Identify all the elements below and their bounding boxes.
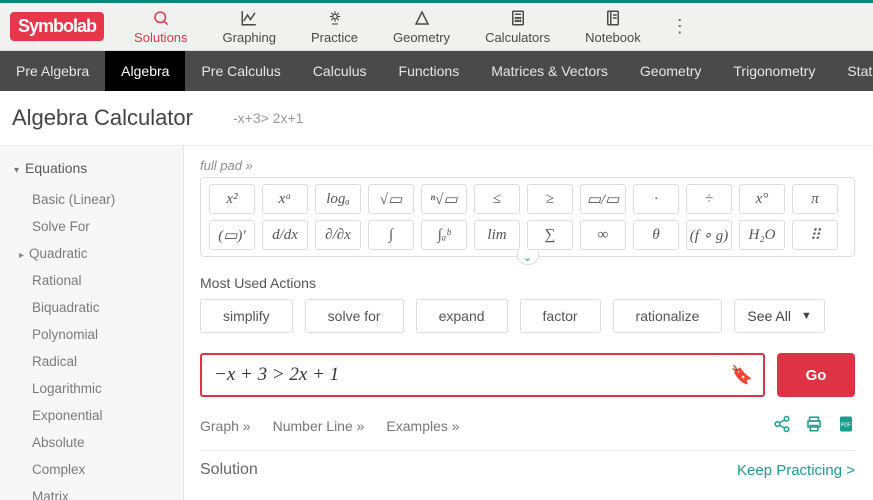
sidebar-item-matrix[interactable]: Matrix [32,483,183,500]
input-row: −x + 3 > 2x + 1 🔖 Go [200,353,855,397]
key[interactable]: (f ∘ g) [686,220,732,250]
key[interactable]: ∫ₐᵇ [421,220,467,250]
subject-geometry[interactable]: Geometry [624,51,717,91]
sidebar-item-solve-for[interactable]: Solve For [32,213,183,240]
key[interactable]: ▭/▭ [580,184,626,214]
subject-calculus[interactable]: Calculus [297,51,383,91]
solution-heading: Solution [200,461,258,479]
sidebar-item-logarithmic[interactable]: Logarithmic [32,375,183,402]
content-area: full pad » x²xᵃlogₐ√▭ⁿ√▭≤≥▭/▭·÷x°π (▭)′d… [184,146,873,500]
sidebar-item-complex[interactable]: Complex [32,456,183,483]
topnav-practice[interactable]: Practice [311,9,358,45]
sidebar-item-quadratic[interactable]: Quadratic [32,240,183,267]
sidebar-item-radical[interactable]: Radical [32,348,183,375]
subject-algebra[interactable]: Algebra [105,51,185,91]
most-used-actions: Most Used Actions simplify solve for expan… [200,275,855,333]
sidebar-item-absolute[interactable]: Absolute [32,429,183,456]
logo[interactable]: Symbolab [10,12,104,41]
view-links: Graph » Number Line » Examples » PDF [200,415,855,436]
subject-bar: Pre AlgebraAlgebraPre CalculusCalculusFu… [0,51,873,91]
key[interactable]: √▭ [368,184,414,214]
mua-title: Most Used Actions [200,275,855,291]
page-title: Algebra Calculator [12,105,193,131]
sidebar-item-polynomial[interactable]: Polynomial [32,321,183,348]
key[interactable]: H₂O [739,220,785,250]
go-button[interactable]: Go [777,353,855,397]
key[interactable]: ∞ [580,220,626,250]
subject-trigonometry[interactable]: Trigonometry [717,51,831,91]
numberline-link[interactable]: Number Line » [273,418,365,434]
top-bar: Symbolab Solutions Graphing Practice Geomet… [0,0,873,51]
key[interactable]: ∫ [368,220,414,250]
keypad-expand-icon[interactable]: ⌄ [517,251,539,265]
key[interactable]: θ [633,220,679,250]
sidebar-item-rational[interactable]: Rational [32,267,183,294]
key[interactable]: xᵃ [262,184,308,214]
sidebar: Equations Basic (Linear)Solve ForQuadrat… [0,146,184,500]
key[interactable]: d/dx [262,220,308,250]
topnav-solutions[interactable]: Solutions [134,9,187,45]
title-expression: -x+3> 2x+1 [233,110,303,126]
topnav-graphing[interactable]: Graphing [223,9,276,45]
key[interactable]: π [792,184,838,214]
print-icon[interactable] [805,415,823,436]
sidebar-item-basic-linear-[interactable]: Basic (Linear) [32,186,183,213]
examples-link[interactable]: Examples » [386,418,459,434]
keep-practicing-link[interactable]: Keep Practicing > [737,462,855,479]
subject-pre-algebra[interactable]: Pre Algebra [0,51,105,91]
subject-pre-calculus[interactable]: Pre Calculus [185,51,296,91]
more-menu-icon[interactable]: ⋮ [671,16,689,37]
key[interactable]: lim [474,220,520,250]
action-solve-for[interactable]: solve for [305,299,404,333]
solution-row: Solution Keep Practicing > [200,450,855,479]
key[interactable]: x° [739,184,785,214]
title-bar: Algebra Calculator -x+3> 2x+1 [0,91,873,146]
key[interactable]: x² [209,184,255,214]
sidebar-item-biquadratic[interactable]: Biquadratic [32,294,183,321]
see-all-button[interactable]: See All▼ [734,299,824,333]
topnav-notebook[interactable]: Notebook [585,9,641,45]
action-rationalize[interactable]: rationalize [613,299,723,333]
key[interactable]: (▭)′ [209,220,255,250]
topnav-calculators[interactable]: Calculators [485,9,550,45]
key[interactable]: ⠿ [792,220,838,250]
subject-matrices-&-vectors[interactable]: Matrices & Vectors [475,51,624,91]
key[interactable]: ≥ [527,184,573,214]
key[interactable]: logₐ [315,184,361,214]
key[interactable]: ≤ [474,184,520,214]
bookmark-icon[interactable]: 🔖 [731,365,753,386]
key[interactable]: ⁿ√▭ [421,184,467,214]
key[interactable]: ∂/∂x [315,220,361,250]
pdf-icon[interactable]: PDF [837,415,855,436]
action-factor[interactable]: factor [520,299,601,333]
graph-link[interactable]: Graph » [200,418,251,434]
key[interactable]: ∑ [527,220,573,250]
key[interactable]: ÷ [686,184,732,214]
action-simplify[interactable]: simplify [200,299,293,333]
expression-input[interactable]: −x + 3 > 2x + 1 🔖 [200,353,765,397]
topnav-geometry[interactable]: Geometry [393,9,450,45]
share-icon[interactable] [773,415,791,436]
sidebar-group-equations[interactable]: Equations [14,160,183,176]
expression-text: −x + 3 > 2x + 1 [214,364,339,386]
sidebar-item-exponential[interactable]: Exponential [32,402,183,429]
subject-statistics[interactable]: Statistics [831,51,873,91]
subject-functions[interactable]: Functions [383,51,476,91]
full-pad-link[interactable]: full pad » [200,158,855,173]
action-expand[interactable]: expand [416,299,508,333]
keypad: x²xᵃlogₐ√▭ⁿ√▭≤≥▭/▭·÷x°π (▭)′d/dx∂/∂x∫∫ₐᵇ… [200,177,855,257]
svg-text:PDF: PDF [841,422,852,428]
key[interactable]: · [633,184,679,214]
top-nav: Solutions Graphing Practice Geometry Calcula… [134,9,641,45]
